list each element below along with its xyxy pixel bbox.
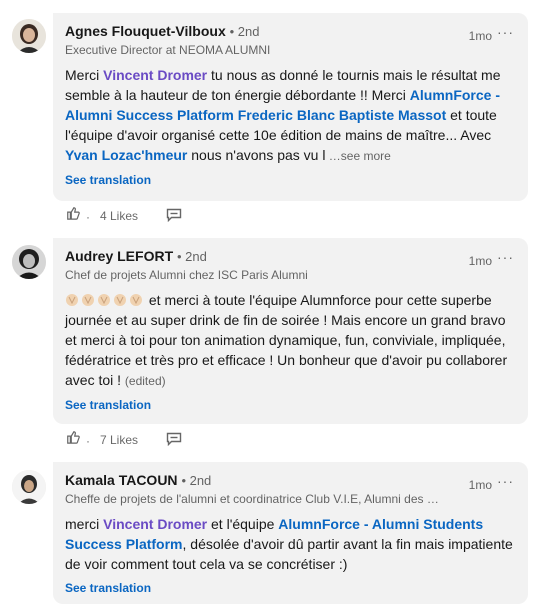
connection-degree: • 2nd xyxy=(177,249,207,264)
author-name[interactable]: Kamala TACOUN xyxy=(65,472,178,488)
comment-time: 1mo xyxy=(468,254,492,268)
avatar[interactable] xyxy=(12,19,46,53)
author-row: Audrey LEFORT • 2nd xyxy=(65,248,207,264)
clapping-hands-icon xyxy=(65,292,145,308)
more-options-icon[interactable]: ··· xyxy=(497,24,514,40)
comment-bubble: Audrey LEFORT • 2nd Chef de projets Alum… xyxy=(53,238,528,424)
comment-bubble: Kamala TACOUN • 2nd Cheffe de projets de… xyxy=(53,462,528,604)
see-translation-link[interactable]: See translation xyxy=(65,581,151,595)
reply-icon[interactable] xyxy=(166,432,182,449)
comment-text: Merci Vincent Dromer tu nous as donné le… xyxy=(65,65,517,166)
reply-icon[interactable] xyxy=(166,208,182,225)
comment-text: merci Vincent Dromer et l'équipe AlumnFo… xyxy=(65,514,517,574)
like-count[interactable]: 4 Likes xyxy=(100,209,138,223)
comment-text: et merci à toute l'équipe Alumnforce pou… xyxy=(65,290,517,391)
mention-link[interactable]: Yvan Lozac'hmeur xyxy=(65,147,187,163)
comment-bubble: Agnes Flouquet-Vilboux • 2nd Executive D… xyxy=(53,13,528,201)
mention-link[interactable]: Vincent Dromer xyxy=(103,516,207,532)
see-translation-link[interactable]: See translation xyxy=(65,398,151,412)
text-segment: nous n'avons pas vu l xyxy=(187,147,326,163)
avatar[interactable] xyxy=(12,245,46,279)
mention-link[interactable]: Frederic Blanc xyxy=(238,107,335,123)
author-headline: Cheffe de projets de l'alumni et coordin… xyxy=(65,492,439,506)
text-segment: merci xyxy=(65,516,104,532)
see-translation-link[interactable]: See translation xyxy=(65,173,151,187)
comment-time: 1mo xyxy=(468,29,492,43)
connection-degree: • 2nd xyxy=(229,24,260,39)
author-row: Kamala TACOUN • 2nd xyxy=(65,472,211,488)
author-headline: Chef de projets Alumni chez ISC Paris Al… xyxy=(65,268,308,282)
author-name[interactable]: Agnes Flouquet-Vilboux xyxy=(65,23,226,39)
author-row: Agnes Flouquet-Vilboux • 2nd xyxy=(65,23,260,39)
separator-dot: · xyxy=(86,434,90,448)
text-segment: Merci xyxy=(65,67,104,83)
mention-link[interactable]: Vincent Dromer xyxy=(103,67,207,83)
like-count[interactable]: 7 Likes xyxy=(100,433,138,447)
edited-label: (edited) xyxy=(124,374,166,388)
mention-link[interactable]: Baptiste Massot xyxy=(339,107,446,123)
see-more-link[interactable]: …see more xyxy=(325,149,391,163)
like-icon[interactable] xyxy=(66,206,80,223)
avatar[interactable] xyxy=(12,470,46,504)
author-headline: Executive Director at NEOMA ALUMNI xyxy=(65,43,271,57)
text-segment: et l'équipe xyxy=(207,516,279,532)
like-icon[interactable] xyxy=(66,430,80,447)
connection-degree: • 2nd xyxy=(181,473,212,488)
more-options-icon[interactable]: ··· xyxy=(497,249,514,265)
separator-dot: · xyxy=(86,210,90,224)
more-options-icon[interactable]: ··· xyxy=(497,473,514,489)
comment-time: 1mo xyxy=(468,478,492,492)
author-name[interactable]: Audrey LEFORT xyxy=(65,248,173,264)
